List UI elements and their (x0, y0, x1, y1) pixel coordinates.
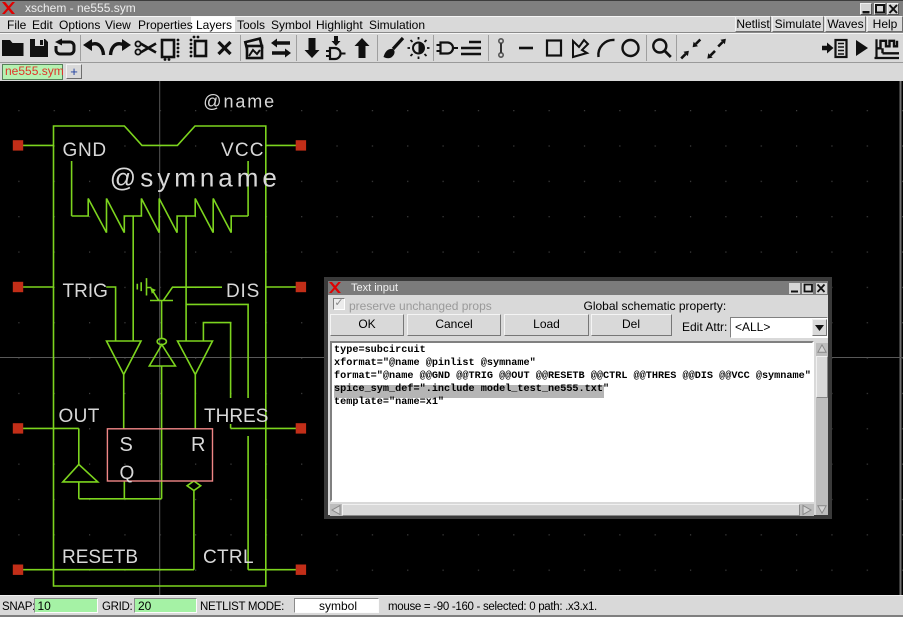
svg-text:@name: @name (203, 92, 276, 112)
svg-text:OUT: OUT (59, 406, 100, 427)
svg-text:Q: Q (120, 463, 135, 484)
svg-text:DIS: DIS (226, 281, 260, 302)
svg-text:CTRL: CTRL (203, 547, 254, 568)
svg-text:THRES: THRES (204, 406, 268, 427)
svg-text:@symname: @symname (110, 163, 281, 193)
svg-text:VCC: VCC (221, 140, 265, 161)
svg-text:TRIG: TRIG (63, 281, 108, 302)
svg-text:GND: GND (63, 140, 107, 161)
svg-text:S: S (120, 434, 133, 456)
svg-text:RESETB: RESETB (62, 547, 138, 568)
svg-text:R: R (191, 434, 205, 456)
